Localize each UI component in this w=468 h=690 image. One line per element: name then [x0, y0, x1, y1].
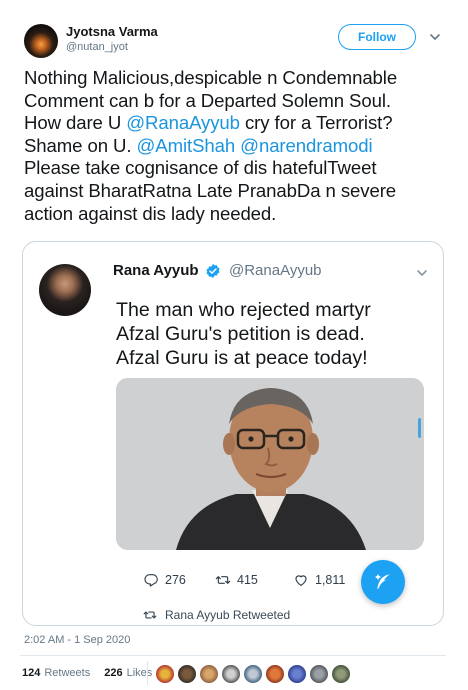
tweet-text-line: against BharatRatna Late PranabDa n seve… [24, 180, 454, 203]
quoted-tweet-actions: 276 415 1,811 [143, 572, 383, 592]
verified-badge-icon [206, 264, 220, 278]
compose-feather-icon [375, 574, 390, 590]
tweet-text-segment: Nothing Malicious,despicable n Condemnab… [24, 67, 398, 88]
retweets-count[interactable]: 124 [22, 667, 40, 679]
tweet-text-line: How dare U @RanaAyyub cry for a Terroris… [24, 112, 454, 135]
like-count: 1,811 [315, 573, 346, 587]
retweet-icon [143, 611, 157, 619]
mention-link[interactable]: @AmitShah [137, 135, 236, 156]
engagement-stats: 124 Retweets 226 Likes [22, 667, 152, 679]
tweet-text-segment: against BharatRatna Late PranabDa n seve… [24, 179, 397, 201]
liker-avatar[interactable] [331, 664, 351, 684]
reply-count: 276 [165, 573, 186, 587]
stats-separator [147, 661, 148, 685]
tweet-text-segment: How dare U [24, 112, 127, 134]
retweet-count: 415 [237, 573, 258, 587]
chevron-down-icon[interactable] [428, 30, 442, 44]
quoted-tweet-card[interactable]: Rana Ayyub @RanaAyyub The man who reject… [22, 241, 444, 626]
retweet-action[interactable]: 415 [215, 572, 258, 588]
quoted-text-line: The man who rejected martyr [116, 299, 371, 321]
reply-icon [144, 574, 158, 587]
retweeted-by-line: Rana Ayyub Retweeted [143, 608, 290, 622]
likes-label[interactable]: Likes [127, 667, 153, 679]
tweet-text-segment: Shame on U. [24, 134, 137, 156]
compose-tweet-button[interactable] [361, 560, 405, 604]
tweet-header: Jyotsna Varma @nutan_jyot Follow [0, 0, 468, 60]
reply-action[interactable]: 276 [143, 572, 186, 588]
tweet-timestamp[interactable]: 2:02 AM - 1 Sep 2020 [24, 634, 130, 646]
tweet-text-line: Nothing Malicious,despicable n Condemnab… [24, 67, 454, 90]
quoted-text-line: Afzal Guru is at peace today! [116, 347, 368, 369]
tweet-text-line: Shame on U. @AmitShah @narendramodi [24, 135, 454, 158]
quoted-tweet-photo[interactable] [116, 378, 424, 550]
liker-avatars [155, 664, 355, 684]
liker-avatar[interactable] [243, 664, 263, 684]
tweet-text-line: Please take cognisance of dis hatefulTwe… [24, 157, 454, 180]
author-handle[interactable]: @nutan_jyot [66, 41, 128, 53]
liker-avatar[interactable] [177, 664, 197, 684]
portrait-image [116, 378, 424, 550]
tweet-text-segment: cry for a Terrorist? [239, 112, 393, 134]
divider [20, 655, 446, 656]
liker-avatar[interactable] [287, 664, 307, 684]
like-action[interactable]: 1,811 [293, 572, 345, 588]
tweet-text-segment: Comment can b for a Departed Solemn Soul… [24, 89, 391, 111]
tweet-text-line: action against dis lady needed. [24, 203, 454, 226]
quoted-tweet-text: The man who rejected martyr Afzal Guru's… [116, 298, 436, 370]
author-name[interactable]: Jyotsna Varma [66, 24, 158, 39]
retweets-label[interactable]: Retweets [44, 667, 90, 679]
retweeted-by-text[interactable]: Rana Ayyub Retweeted [165, 608, 290, 622]
chevron-down-icon[interactable] [415, 266, 429, 280]
quoted-author-avatar[interactable] [39, 264, 91, 316]
author-avatar[interactable] [24, 24, 58, 58]
liker-avatar[interactable] [199, 664, 219, 684]
heart-icon [295, 575, 307, 586]
mention-link[interactable]: @narendramodi [240, 135, 372, 156]
liker-avatar[interactable] [309, 664, 329, 684]
mention-link[interactable]: @RanaAyyub [126, 112, 240, 133]
liker-avatar[interactable] [155, 664, 175, 684]
liker-avatar[interactable] [221, 664, 241, 684]
liker-avatar[interactable] [265, 664, 285, 684]
tweet-text-line: Comment can b for a Departed Solemn Soul… [24, 90, 454, 113]
tweet-text-segment: action against dis lady needed. [24, 202, 277, 224]
scroll-indicator[interactable] [418, 418, 421, 438]
likes-count[interactable]: 226 [104, 667, 122, 679]
retweet-icon [215, 576, 231, 584]
quoted-author-handle[interactable]: @RanaAyyub [229, 262, 322, 279]
tweet-text-segment: Please take cognisance of dis hatefulTwe… [24, 157, 377, 179]
tweet-text: Nothing Malicious,despicable n Condemnab… [24, 67, 454, 225]
quoted-author-name[interactable]: Rana Ayyub [113, 262, 199, 279]
quoted-text-line: Afzal Guru's petition is dead. [116, 323, 365, 345]
follow-button[interactable]: Follow [338, 24, 416, 50]
